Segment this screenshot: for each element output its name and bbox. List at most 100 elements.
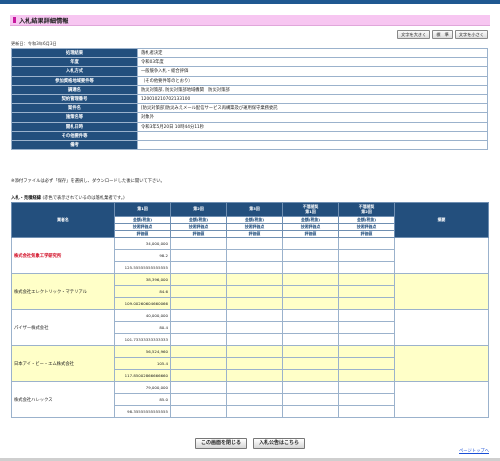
header-sub3: 評価値 — [338, 230, 395, 238]
empty-cell — [338, 369, 395, 382]
info-value — [137, 130, 488, 141]
bid-section-heading: 入札・見積経緯 (赤色で表示されているのは落札業者です。) — [11, 195, 125, 201]
empty-cell — [338, 381, 395, 394]
empty-cell — [226, 369, 283, 382]
header-round: 不落随契 第2回 — [338, 202, 395, 217]
header-company: 業者名 — [11, 202, 115, 238]
empty-cell — [282, 381, 339, 394]
bid-tech: 105.4 — [114, 357, 171, 370]
empty-cell — [338, 405, 395, 418]
info-value: 120010210702133100 — [137, 93, 488, 105]
info-label: 契約管理番号 — [11, 93, 138, 105]
header-sub1: 金額(税抜) — [170, 216, 227, 224]
company-name: 株式会社気象工学研究所 — [11, 237, 115, 274]
font-smaller-button[interactable]: 文字を小さく — [454, 30, 488, 39]
info-row: 備考 — [11, 139, 488, 151]
empty-cell — [338, 393, 395, 406]
empty-cell — [282, 333, 339, 346]
empty-cell — [170, 357, 227, 370]
empty-cell — [338, 297, 395, 310]
header-sub3: 評価値 — [170, 230, 227, 238]
notes-cell — [394, 273, 489, 310]
info-value: 対象外 — [137, 112, 488, 123]
header-sub3: 評価値 — [282, 230, 339, 238]
info-label: その他要件等 — [11, 130, 138, 141]
empty-cell — [226, 237, 283, 250]
empty-cell — [282, 369, 339, 382]
empty-cell — [170, 369, 227, 382]
info-value: 落札者決定 — [137, 47, 488, 59]
notes-cell — [394, 237, 489, 274]
font-larger-button[interactable]: 文字を大きく — [397, 30, 431, 39]
info-label: 備考 — [11, 139, 138, 151]
info-row: 参加資格地域要件等 （その他要件等のとおり） — [11, 75, 488, 86]
info-value: 令和03年度 — [137, 57, 488, 68]
info-label: 処理結果 — [11, 47, 138, 59]
bid-tech: 98.2 — [114, 249, 171, 262]
empty-cell — [226, 333, 283, 346]
empty-cell — [170, 285, 227, 298]
bid-tech: 80.4 — [114, 321, 171, 334]
empty-cell — [226, 393, 283, 406]
bid-score: 125.55555555555555 — [114, 261, 171, 274]
empty-cell — [282, 285, 339, 298]
company-name: 株式会社エレクトリック・マテリアル — [11, 273, 115, 310]
info-row: その他要件等 — [11, 130, 488, 141]
header-round: 第1回 — [114, 202, 171, 217]
empty-cell — [170, 333, 227, 346]
empty-cell — [282, 309, 339, 322]
page-title: 入札結果詳細情報 — [19, 18, 69, 25]
empty-cell — [226, 285, 283, 298]
bid-row: 株式会社ハレックス 79,000,000 — [11, 381, 489, 418]
info-label: 参加資格地域要件等 — [11, 75, 138, 86]
info-row: 契約管理番号 120010210702133100 — [11, 93, 488, 105]
empty-cell — [282, 249, 339, 262]
bid-amount: 40,000,000 — [114, 309, 171, 322]
empty-cell — [338, 285, 395, 298]
empty-cell — [338, 321, 395, 334]
top-bar — [0, 0, 500, 4]
header-sub2: 技術評価点 — [282, 223, 339, 231]
empty-cell — [226, 309, 283, 322]
info-label: 調達名 — [11, 84, 138, 95]
empty-cell — [282, 273, 339, 286]
info-row: 施策名等 対象外 — [11, 112, 488, 123]
info-row: 調達名 防災対策部, 防災対策部地域機関 防災対策部 — [11, 84, 488, 95]
header-notes: 摘要 — [394, 202, 489, 238]
header-sub3: 評価値 — [226, 230, 283, 238]
page-title-bar: 入札結果詳細情報 — [10, 15, 490, 26]
info-label: 開札日時 — [11, 121, 138, 132]
bid-score: 98.35555555555555 — [114, 405, 171, 418]
close-window-button[interactable]: この画面を閉じる — [194, 438, 247, 449]
empty-cell — [170, 393, 227, 406]
bid-tech: 84.6 — [114, 285, 171, 298]
info-row: 年度 令和03年度 — [11, 57, 488, 68]
empty-cell — [170, 297, 227, 310]
notes-cell — [394, 345, 489, 382]
empty-cell — [338, 261, 395, 274]
bid-notice-button[interactable]: 入札公告はこちら — [253, 438, 306, 449]
header-sub2: 技術評価点 — [114, 223, 171, 231]
info-label: 入札方式 — [11, 66, 138, 77]
info-value: [防災対策部]防災みえメール配信サービス再構築及び運用保守業務委託 — [137, 103, 488, 114]
empty-cell — [226, 297, 283, 310]
empty-cell — [338, 237, 395, 250]
attachment-note: ※添付ファイルは必ず「保存」を選択し、ダウンロードした後に開いて下さい。 — [11, 179, 165, 184]
bid-amount: 38,396,000 — [114, 273, 171, 286]
page-top-link[interactable]: ページトップへ — [459, 448, 489, 454]
header-sub3: 評価値 — [114, 230, 171, 238]
info-value — [137, 139, 488, 151]
bid-amount: 34,000,000 — [114, 237, 171, 250]
header-sub1: 金額(税抜) — [338, 216, 395, 224]
bid-score: 109.00260604660066 — [114, 297, 171, 310]
empty-cell — [226, 249, 283, 262]
info-row: 案件名 [防災対策部]防災みえメール配信サービス再構築及び運用保守業務委託 — [11, 103, 488, 114]
empty-cell — [226, 357, 283, 370]
empty-cell — [226, 321, 283, 334]
empty-cell — [226, 261, 283, 274]
header-sub1: 金額(税抜) — [226, 216, 283, 224]
info-value: 防災対策部, 防災対策部地域機関 防災対策部 — [137, 84, 488, 95]
font-standard-button[interactable]: 標 準 — [432, 30, 453, 39]
empty-cell — [170, 405, 227, 418]
empty-cell — [338, 273, 395, 286]
